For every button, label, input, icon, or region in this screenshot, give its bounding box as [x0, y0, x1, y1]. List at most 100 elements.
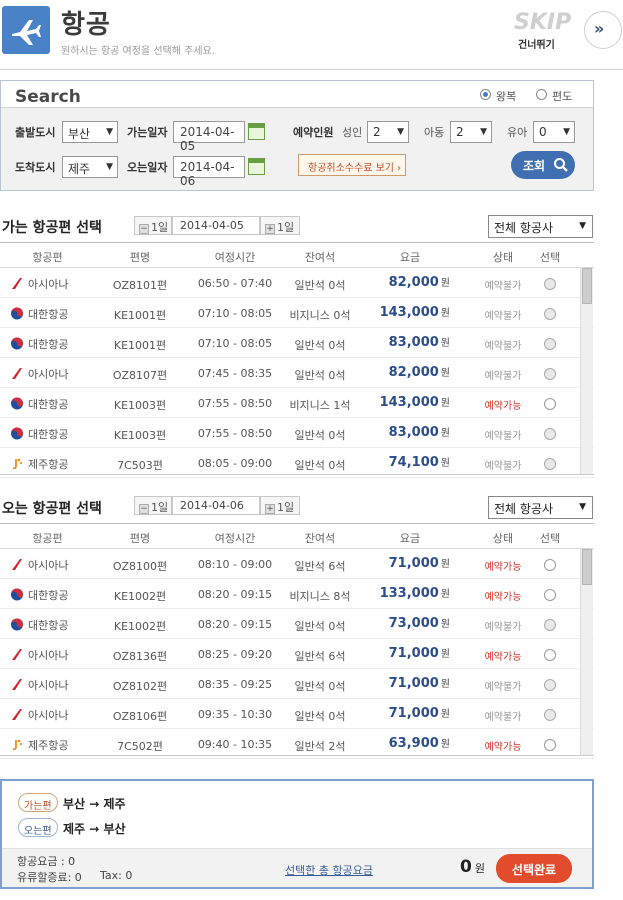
- inbound-prev-day-button[interactable]: −1일: [134, 496, 172, 515]
- skip-sublabel[interactable]: 건너뛰기: [518, 36, 555, 51]
- selection-summary: 가는편 부산 → 제주 오는편 제주 → 부산 항공요금 : 0 유류할증료: …: [0, 779, 594, 889]
- airline-cell: 대한항공: [10, 336, 68, 352]
- flight-row[interactable]: 아시아나 OZ8106편 09:35 - 10:30 일반석 0석 71,000 원 예약불…: [0, 699, 594, 729]
- flight-row[interactable]: 제주항공 7C502편 09:40 - 10:35 일반석 2석 63,900 원 예약가능: [0, 729, 594, 759]
- fare-value: 82,000: [388, 275, 439, 290]
- flight-row[interactable]: 아시아나 OZ8107편 07:45 - 08:35 일반석 0석 82,000 원 예약불…: [0, 358, 594, 388]
- airline-name: 제주항공: [28, 458, 69, 471]
- oneway-label[interactable]: 편도: [552, 88, 572, 104]
- seats-remaining: 일반석 0석: [294, 620, 346, 633]
- scrollbar[interactable]: [580, 549, 593, 755]
- search-header: Search 왕복 편도: [1, 81, 593, 108]
- table-header: 항공편 편명 여정시간 잔여석 요금 상태 선택: [0, 524, 594, 549]
- flight-row[interactable]: 대한항공 KE1003편 07:55 - 08:50 비지니스 1석 143,000 원 예…: [0, 388, 594, 418]
- airline-cell: 제주항공: [10, 456, 68, 472]
- flight-row[interactable]: 아시아나 OZ8102편 08:35 - 09:25 일반석 0석 71,000 원 예약불…: [0, 669, 594, 699]
- fare: 133,000 원: [370, 585, 450, 601]
- airline-name: 아시아나: [28, 278, 69, 291]
- chevron-down-icon: ▼: [579, 221, 586, 231]
- scrollbar-thumb[interactable]: [582, 549, 592, 585]
- outbound-tag: 가는편: [18, 793, 58, 812]
- select-radio[interactable]: [544, 589, 556, 601]
- select-radio[interactable]: [544, 559, 556, 571]
- select-radio[interactable]: [544, 679, 556, 691]
- child-select[interactable]: 2 ▼: [450, 121, 492, 143]
- select-radio[interactable]: [544, 368, 556, 380]
- flight-row[interactable]: 대한항공 KE1003편 07:55 - 08:50 일반석 0석 83,000 원 예약불…: [0, 418, 594, 448]
- select-radio[interactable]: [544, 398, 556, 410]
- select-radio[interactable]: [544, 338, 556, 350]
- flight-row[interactable]: 아시아나 OZ8100편 08:10 - 09:00 일반석 6석 71,000 원 예약가…: [0, 549, 594, 579]
- outbound-next-day-button[interactable]: +1일: [260, 216, 300, 235]
- airline-name: 대한항공: [28, 428, 69, 441]
- oneway-radio[interactable]: [536, 89, 547, 100]
- airline-name: 대한항공: [28, 308, 69, 321]
- return-date-input[interactable]: 2014-04-06: [173, 156, 245, 188]
- select-complete-button[interactable]: 선택완료: [496, 854, 572, 883]
- flight-row[interactable]: 제주항공 7C503편 08:05 - 09:00 일반석 0석 74,100 원 예약불가: [0, 448, 594, 478]
- seats-remaining: 일반석 6석: [294, 560, 346, 573]
- roundtrip-radio[interactable]: [480, 89, 491, 100]
- total-fare-link[interactable]: 선택한 총 항공요금: [285, 862, 373, 878]
- select-radio[interactable]: [544, 308, 556, 320]
- minus-icon: −: [139, 224, 149, 234]
- fare-unit: 원: [440, 709, 450, 720]
- airline-name: 아시아나: [28, 368, 69, 381]
- inbound-next-label: 1일: [277, 501, 295, 514]
- seats-remaining: 일반석 0석: [294, 429, 346, 442]
- inbound-airline-select[interactable]: 전체 항공사 ▼: [488, 496, 593, 519]
- arrive-city-select[interactable]: 제주 ▼: [62, 156, 118, 178]
- fare: 71,000 원: [370, 675, 450, 691]
- scrollbar[interactable]: [580, 268, 593, 474]
- cancel-fee-button[interactable]: 항공취소수수료 보기 ›: [298, 154, 406, 176]
- depart-city-select[interactable]: 부산 ▼: [62, 121, 118, 143]
- select-radio[interactable]: [544, 709, 556, 721]
- scrollbar-thumb[interactable]: [582, 268, 592, 304]
- outbound-prev-day-button[interactable]: −1일: [134, 216, 172, 235]
- korean-air-logo-icon: [11, 337, 23, 350]
- fare-unit: 원: [440, 368, 450, 379]
- fare: 73,000 원: [370, 615, 450, 631]
- adult-label: 성인: [342, 126, 363, 139]
- infant-select[interactable]: 0 ▼: [533, 121, 575, 143]
- select-radio[interactable]: [544, 649, 556, 661]
- airline-cell: 아시아나: [10, 677, 68, 693]
- fare: 71,000 원: [370, 555, 450, 571]
- airline-cell: 대한항공: [10, 426, 68, 442]
- flight-row[interactable]: 아시아나 OZ8136편 08:25 - 09:20 일반석 6석 71,000 원 예약가…: [0, 639, 594, 669]
- flight-row[interactable]: 아시아나 OZ8101편 06:50 - 07:40 일반석 0석 82,000 원 예약불…: [0, 268, 594, 298]
- fare: 143,000 원: [370, 304, 450, 320]
- column-header: 선택: [539, 532, 561, 545]
- select-radio[interactable]: [544, 619, 556, 631]
- flight-number: KE1002편: [113, 620, 167, 633]
- depart-date-label: 가는일자: [127, 126, 168, 139]
- flight-time: 08:35 - 09:25: [197, 678, 273, 691]
- skip-button[interactable]: »: [584, 11, 622, 49]
- fare-value: 71,000: [388, 706, 439, 721]
- depart-date-input[interactable]: 2014-04-05: [173, 121, 245, 153]
- flight-row[interactable]: 대한항공 KE1002편 08:20 - 09:15 일반석 0석 73,000 원 예약불…: [0, 609, 594, 639]
- column-header: 상태: [492, 251, 514, 264]
- calendar-icon[interactable]: [248, 123, 265, 140]
- flight-row[interactable]: 대한항공 KE1001편 07:10 - 08:05 일반석 0석 83,000 원 예약불…: [0, 328, 594, 358]
- inbound-next-day-button[interactable]: +1일: [260, 496, 300, 515]
- tax-label: Tax: 0: [100, 869, 133, 882]
- depart-city-value: 부산: [68, 127, 91, 141]
- select-radio[interactable]: [544, 458, 556, 470]
- outbound-prev-label: 1일: [151, 221, 169, 234]
- outbound-airline-select[interactable]: 전체 항공사 ▼: [488, 215, 593, 238]
- calendar-icon[interactable]: [248, 158, 265, 175]
- flight-row[interactable]: 대한항공 KE1001편 07:10 - 08:05 비지니스 0석 143,000 원 예…: [0, 298, 594, 328]
- status-badge: 예약가능: [484, 401, 522, 412]
- skip-label[interactable]: SKIP: [514, 10, 571, 35]
- column-header: 편명: [129, 251, 151, 264]
- search-button[interactable]: 조회: [511, 151, 575, 179]
- adult-select[interactable]: 2 ▼: [367, 121, 409, 143]
- roundtrip-label[interactable]: 왕복: [496, 88, 516, 104]
- flight-row[interactable]: 대한항공 KE1002편 08:20 - 09:15 비지니스 8석 133,000 원 예…: [0, 579, 594, 609]
- select-radio[interactable]: [544, 739, 556, 751]
- infant-value: 0: [539, 125, 547, 139]
- airline-name: 제주항공: [28, 739, 69, 752]
- select-radio[interactable]: [544, 278, 556, 290]
- select-radio[interactable]: [544, 428, 556, 440]
